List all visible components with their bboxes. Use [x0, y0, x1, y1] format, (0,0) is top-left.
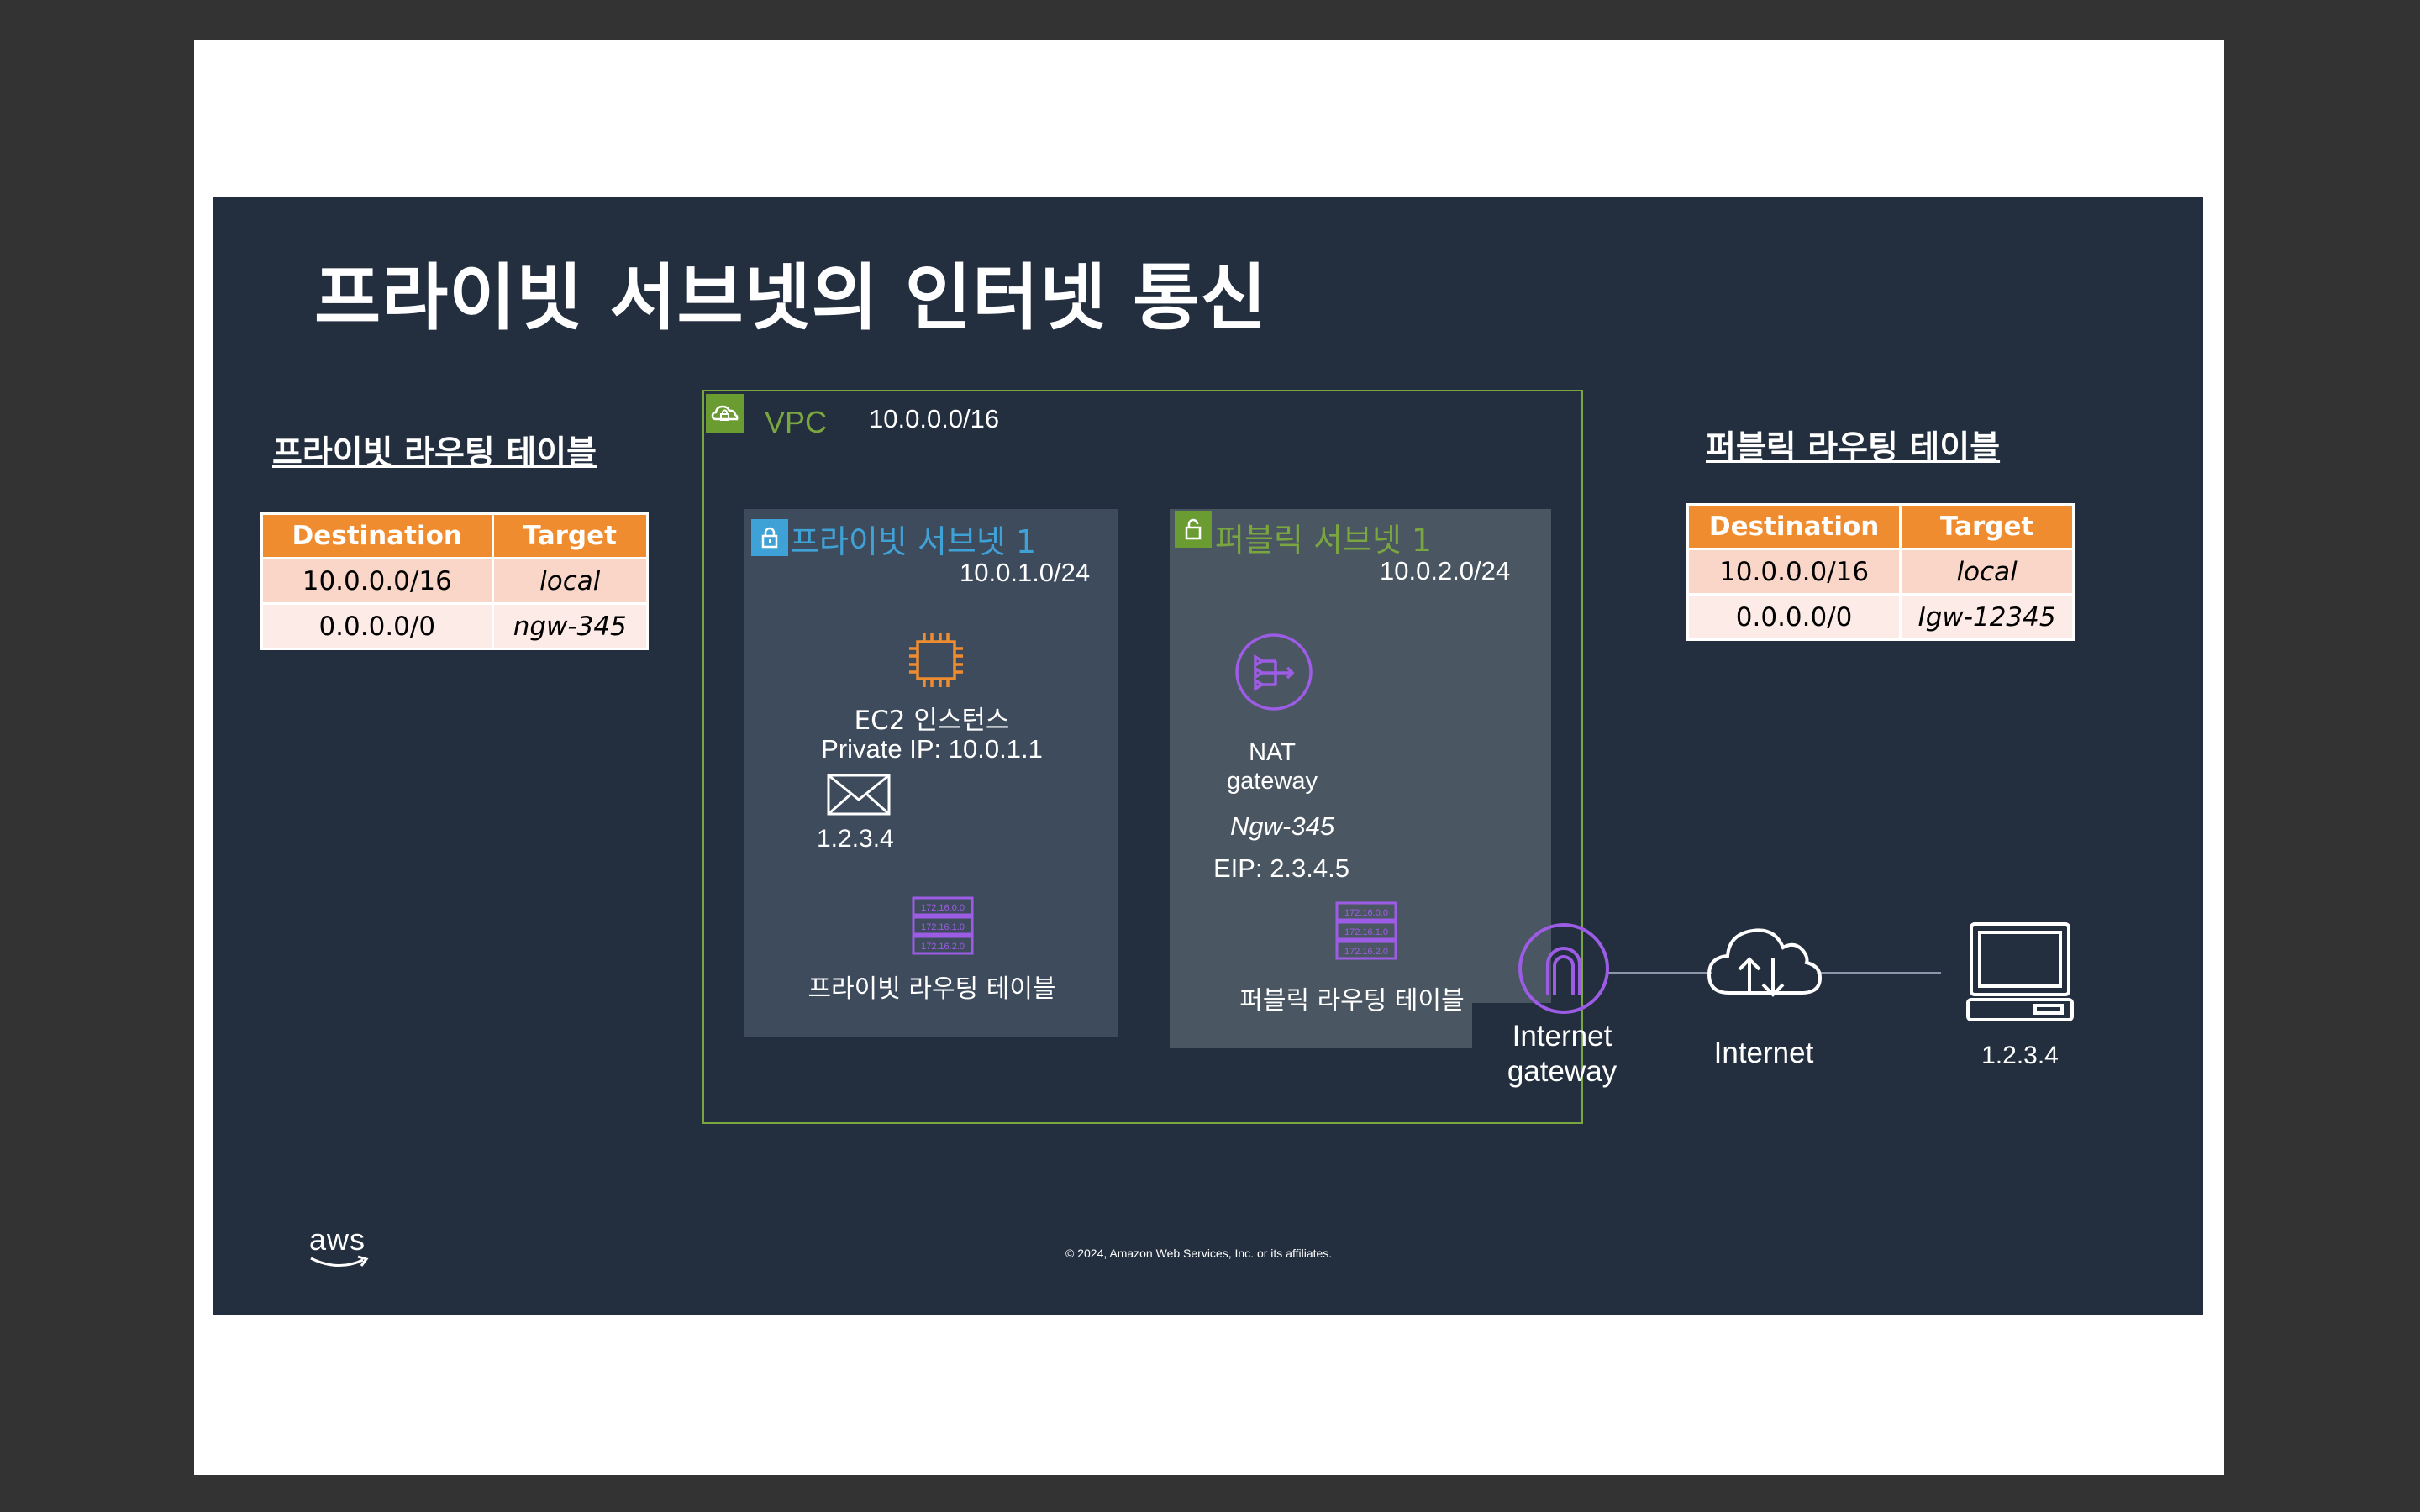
private-subnet-name: 프라이빗 서브넷 1: [790, 523, 1037, 560]
route-target: ngw-345: [491, 602, 650, 650]
nat-gateway-id: Ngw-345: [1230, 811, 1335, 841]
table-header-target: Target: [491, 512, 650, 559]
igw-to-internet-line: [1608, 972, 1712, 974]
client-computer-icon: [1966, 921, 2074, 1023]
public-subnet-cidr: 10.0.2.0/24: [1380, 556, 1511, 585]
table-row: 0.0.0.0/0 ngw-345: [260, 602, 650, 650]
route-target: local: [491, 557, 650, 605]
route-destination: 0.0.0.0/0: [1686, 593, 1902, 641]
ec2-private-ip: Private IP: 10.0.1.1: [821, 734, 1043, 764]
nat-label-line1: NAT: [1249, 739, 1296, 766]
route-icon-row: 172.16.0.0: [1344, 908, 1388, 918]
copyright-footer: © 2024, Amazon Web Services, Inc. or its…: [1065, 1247, 1333, 1260]
table-row: 10.0.0.0/16 local: [1686, 548, 2075, 596]
table-row: 0.0.0.0/0 Igw-12345: [1686, 593, 2075, 641]
route-destination: 0.0.0.0/0: [260, 602, 494, 650]
route-icon-row: 172.16.1.0: [1344, 927, 1388, 937]
route-icon-row: 172.16.2.0: [1344, 947, 1388, 957]
slide-title: 프라이빗 서브넷의 인터넷 통신: [314, 256, 1268, 340]
public-route-table-label: 퍼블릭 라우팅 테이블: [1239, 986, 1465, 1016]
public-route-table-title: 퍼블릭 라우팅 테이블: [1706, 429, 2001, 467]
private-route-table-label: 프라이빗 라우팅 테이블: [808, 974, 1056, 1004]
aws-logo-text: aws: [309, 1222, 366, 1257]
client-ip-label: 1.2.3.4: [1981, 1042, 2059, 1069]
igw-label-line2: gateway: [1507, 1055, 1618, 1088]
route-target: local: [1899, 548, 2075, 596]
public-route-table-icon: 172.16.0.0 172.16.1.0 172.16.2.0: [1334, 900, 1398, 961]
ec2-label: EC2 인스턴스: [854, 706, 1010, 736]
internet-to-client-line: [1817, 972, 1941, 974]
table-header-destination: Destination: [1686, 503, 1902, 550]
internet-gateway-icon: [1516, 921, 1612, 1016]
table-row: 10.0.0.0/16 local: [260, 557, 650, 605]
private-route-table-title: 프라이빗 라우팅 테이블: [272, 434, 597, 472]
nat-label-line2: gateway: [1226, 768, 1318, 795]
route-icon-row: 172.16.0.0: [921, 903, 965, 913]
route-destination: 10.0.0.0/16: [1686, 548, 1902, 596]
vpc-cidr: 10.0.0.0/16: [869, 404, 1000, 433]
packet-destination: 1.2.3.4: [817, 825, 894, 853]
aws-logo: aws: [309, 1225, 370, 1270]
table-header-destination: Destination: [260, 512, 494, 559]
private-subnet: [744, 509, 1118, 1037]
public-subnet-lock-icon: [1175, 511, 1212, 548]
route-target: Igw-12345: [1899, 593, 2075, 641]
vpc-label: VPC: [765, 405, 828, 439]
nat-eip: EIP: 2.3.4.5: [1213, 853, 1349, 883]
private-route-table-icon: 172.16.0.0 172.16.1.0 172.16.2.0: [911, 895, 975, 956]
private-route-table: Destination Target 10.0.0.0/16 local 0.0…: [260, 512, 650, 650]
route-destination: 10.0.0.0/16: [260, 557, 494, 605]
internet-label: Internet: [1713, 1037, 1814, 1069]
route-icon-row: 172.16.1.0: [921, 922, 965, 932]
private-subnet-lock-icon: [751, 519, 788, 556]
igw-label-line1: Internet: [1512, 1020, 1612, 1053]
ec2-chip-icon: [904, 628, 968, 692]
aws-smile-icon: [310, 1255, 369, 1268]
public-route-table: Destination Target 10.0.0.0/16 local 0.0…: [1686, 503, 2075, 641]
slide: 프라이빗 서브넷의 인터넷 통신 프라이빗 라우팅 테이블 Destinatio…: [213, 197, 2203, 1315]
table-header-target: Target: [1899, 503, 2075, 550]
nat-gateway-icon: [1234, 632, 1314, 712]
packet-envelope-icon: [826, 773, 892, 816]
vpc-cloud-icon: [706, 394, 744, 433]
internet-cloud-icon: [1704, 921, 1823, 1005]
private-subnet-cidr: 10.0.1.0/24: [960, 558, 1091, 587]
route-icon-row: 172.16.2.0: [921, 942, 965, 952]
public-subnet-name: 퍼블릭 서브넷 1: [1215, 522, 1433, 559]
